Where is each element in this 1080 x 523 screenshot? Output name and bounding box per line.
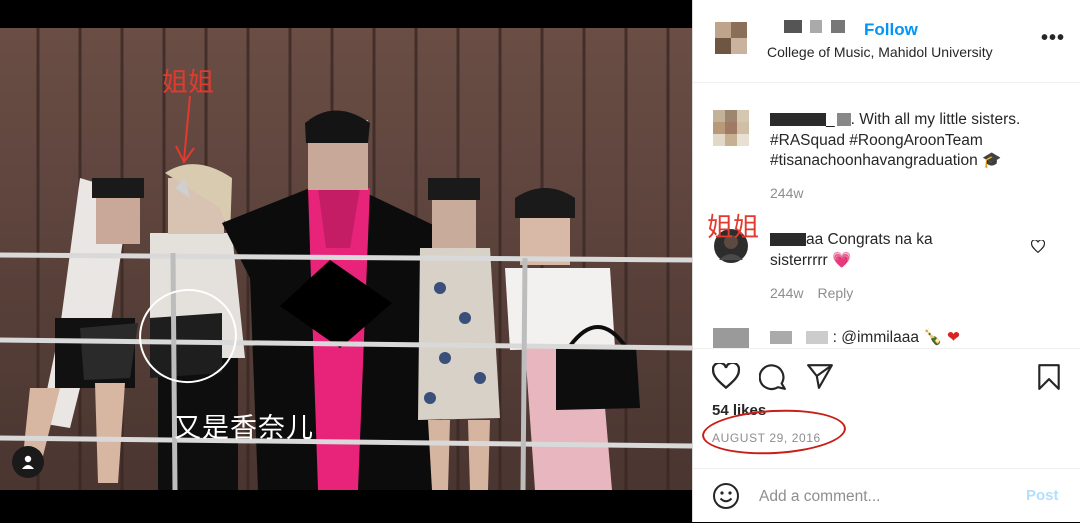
- follow-button[interactable]: Follow: [864, 20, 918, 40]
- graduation-photo: [0, 28, 692, 490]
- like-button[interactable]: [711, 361, 741, 394]
- heart-icon: [711, 361, 741, 390]
- avatar-pixelated: [715, 22, 747, 54]
- comment-line-1: aa Congrats na ka: [770, 230, 933, 250]
- caption-username-redacted[interactable]: _: [770, 111, 851, 128]
- caption-line-2[interactable]: #RASquad #RoongAroonTeam: [770, 131, 983, 151]
- annotation-chanel: 又是香奈儿: [174, 413, 314, 444]
- comment-meta: 244w Reply: [770, 285, 853, 301]
- emoji-button[interactable]: [712, 482, 740, 515]
- comment-timestamp[interactable]: 244w: [770, 285, 803, 301]
- comment-like-button[interactable]: [1030, 239, 1046, 258]
- reply-button[interactable]: Reply: [817, 285, 853, 301]
- post-date[interactable]: AUGUST 29, 2016: [712, 431, 821, 445]
- post-media: 姐姐 又是香奈儿: [0, 0, 692, 522]
- share-button[interactable]: [806, 363, 834, 394]
- author-avatar[interactable]: [715, 22, 747, 54]
- post-actions: 54 likes AUGUST 29, 2016: [693, 348, 1080, 469]
- bookmark-icon: [1038, 364, 1060, 390]
- more-icon: •••: [1041, 27, 1066, 49]
- save-button[interactable]: [1037, 363, 1061, 396]
- comment-line-2: sisterrrrr 💗: [770, 252, 852, 269]
- comment-input[interactable]: [757, 479, 1016, 515]
- emoji-icon: [713, 483, 739, 509]
- add-comment-bar: Post: [693, 468, 1080, 523]
- caption-avatar[interactable]: [713, 110, 749, 146]
- comment-button[interactable]: [758, 363, 787, 396]
- post-header: Follow College of Music, Mahidol Univers…: [693, 0, 1080, 83]
- more-options-button[interactable]: •••: [1041, 27, 1065, 50]
- caption-line-3[interactable]: #tisanachoonhavangraduation 🎓: [770, 151, 1001, 171]
- caption-line-1: _. With all my little sisters.: [770, 110, 1020, 130]
- author-username-redacted[interactable]: [784, 18, 845, 36]
- post-photo[interactable]: [0, 28, 692, 490]
- user-tag-button[interactable]: [12, 446, 44, 478]
- user-tag-icon: [22, 455, 34, 469]
- caption-timestamp[interactable]: 244w: [770, 185, 803, 201]
- comments-list: _. With all my little sisters. #RASquad …: [693, 83, 1080, 348]
- heart-icon: [1030, 239, 1046, 254]
- comment2-avatar[interactable]: [713, 328, 749, 348]
- comment-icon: [758, 364, 786, 391]
- post-comment-button[interactable]: Post: [1026, 487, 1059, 504]
- likes-count[interactable]: 54 likes: [712, 402, 766, 419]
- annotation-sister-comment: 姐姐: [707, 213, 760, 243]
- post-sidebar: Follow College of Music, Mahidol Univers…: [692, 0, 1080, 522]
- location-link[interactable]: College of Music, Mahidol University: [767, 44, 993, 60]
- comment-username-redacted[interactable]: aa: [770, 231, 823, 248]
- comment2-line: : @immilaaa 🍾 ❤: [770, 328, 960, 348]
- share-icon: [807, 364, 833, 389]
- annotation-sister-top: 姐姐: [162, 68, 215, 98]
